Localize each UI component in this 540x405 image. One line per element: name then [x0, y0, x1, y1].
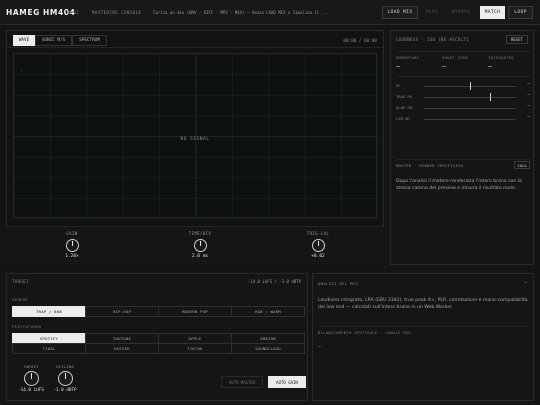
- momentary-readout: MOMENTARY —: [396, 55, 438, 70]
- integrated-label: INTEGRATED: [488, 55, 514, 60]
- meter-row-label: LIM GR: [396, 116, 410, 121]
- trig-lvl-knob-value: +0.02: [311, 254, 325, 259]
- load-mix-button[interactable]: LOAD MIX: [382, 6, 418, 19]
- gain-knob-label: GAIN: [66, 231, 78, 236]
- meter-row-true-peak: TRUE PK —: [396, 93, 530, 101]
- tab-spectrum[interactable]: SPECTRUM: [72, 35, 107, 46]
- loudness-readouts: MOMENTARY — SHORT-TERM — INTEGRATED —: [396, 51, 530, 77]
- genre-trap-808-button[interactable]: TRAP / 808: [12, 306, 86, 317]
- ceiling-knob-value: -1.0 dBTP: [53, 388, 77, 393]
- meter-track: [424, 97, 516, 98]
- brand-subtitle: MASTERING CONSOLE: [92, 10, 142, 15]
- reset-button[interactable]: RESET: [506, 35, 528, 44]
- genre-label: GENERE: [12, 297, 29, 302]
- loudness-panel: LOUDNESS · ISO (NE ASCOLTI RESET MOMENTA…: [390, 30, 534, 265]
- short-term-label: SHORT-TERM: [442, 55, 468, 60]
- platform-label: PIATTAFORMA: [12, 324, 42, 329]
- meter-row-label: SF: [396, 83, 401, 88]
- analysis-status: —: [523, 280, 527, 286]
- spectral-balance-value: —: [318, 344, 322, 350]
- meter-row-value: —: [527, 82, 530, 87]
- render-note: Dopo l'analisi il motore renderizza l'in…: [396, 179, 522, 191]
- match-button[interactable]: MATCH: [480, 6, 505, 19]
- top-bar: HAMEG HM404 Mk-II MASTERING CONSOLE Cari…: [0, 0, 540, 25]
- meter-row-label: TRUE PK: [396, 94, 413, 99]
- target-dial-icon[interactable]: [23, 371, 39, 386]
- meter-row-lim-gr: LIM GR —: [396, 115, 530, 123]
- platform-tiktok-button[interactable]: TIKTOK: [158, 343, 232, 354]
- genre-hip-hop-button[interactable]: HIP-HOP: [85, 306, 159, 317]
- bypass-button[interactable]: BYPASS: [447, 6, 475, 19]
- ceiling-knob-label: CEILING: [55, 364, 75, 369]
- genre-modern-pop-button[interactable]: MODERN POP: [158, 306, 232, 317]
- master-render-label: MASTER · RENDER VERIFICATO: [396, 163, 464, 168]
- tab-sonic-ms[interactable]: SONIC M/S: [35, 35, 72, 46]
- analysis-title: ANALISI DEL MIX: [318, 281, 359, 286]
- gain-knob[interactable]: GAIN 1.20×: [42, 231, 102, 259]
- meter-row-value: —: [527, 104, 530, 109]
- meter-tick: [490, 93, 492, 101]
- meter-track: [424, 119, 516, 120]
- time-div-knob[interactable]: TIME/DIV 2.0 ms: [170, 231, 230, 259]
- meter-row-value: —: [527, 93, 530, 98]
- platform-selector: SPOTIFY YOUTUBE APPLE AMAZON TIDAL DEEZE…: [12, 333, 305, 354]
- screen-tag: —: [20, 68, 23, 73]
- loudness-title: LOUDNESS · ISO (NE ASCOLTI: [396, 37, 470, 42]
- momentary-value: —: [396, 62, 401, 70]
- analysis-description: Loudness integrato, LRA (EBU 3342), true…: [318, 298, 528, 310]
- platform-soundcloud-button[interactable]: SOUNDCLOUD: [231, 343, 305, 354]
- time-div-knob-label: TIME/DIV: [188, 231, 212, 236]
- meter-row-sf: SF —: [396, 82, 530, 90]
- scope-header: WAVE SONIC M/S SPECTRUM 00:00 / 00:00: [7, 31, 383, 48]
- platform-tidal-button[interactable]: TIDAL: [12, 343, 86, 354]
- meter-row-value: —: [527, 115, 530, 120]
- gain-dial-icon[interactable]: [65, 239, 79, 252]
- meter-row-label: GLUE GR: [396, 105, 413, 110]
- genre-selector: TRAP / 808 HIP-HOP MODERN POP R&B / WARM: [12, 306, 305, 317]
- play-button[interactable]: PLAY: [421, 6, 443, 19]
- gain-knob-value: 1.20×: [65, 254, 79, 259]
- meter-row-glue-gr: GLUE GR —: [396, 104, 530, 112]
- ceiling-dial-icon[interactable]: [57, 371, 73, 386]
- brand-name: HAMEG HM404: [6, 8, 76, 17]
- auto-master-button[interactable]: AUTO MASTER: [221, 376, 263, 388]
- short-term-value: —: [442, 62, 447, 70]
- target-title: TARGET: [12, 279, 29, 284]
- meter-track: [424, 108, 516, 109]
- target-readout: -14.0 LUFS / -1.0 dBTP: [248, 279, 301, 284]
- tab-wave[interactable]: WAVE: [13, 35, 35, 46]
- momentary-label: MOMENTARY: [396, 55, 420, 60]
- spectral-balance-label: BILANCIAMENTO SPETTRALE · CANALE MID: [318, 326, 528, 335]
- ceiling-knob[interactable]: CEILING -1.0 dBTP: [45, 364, 85, 393]
- time-div-dial-icon[interactable]: [193, 239, 207, 252]
- integrated-readout: INTEGRATED —: [488, 55, 530, 70]
- analysis-panel: ANALISI DEL MIX — Loudness integrato, LR…: [312, 273, 534, 401]
- no-signal-label: NO SIGNAL: [180, 137, 210, 142]
- trig-lvl-dial-icon[interactable]: [311, 239, 325, 252]
- master-render-row: MASTER · RENDER VERIFICATO SOLO: [396, 159, 530, 169]
- integrated-value: —: [488, 62, 493, 70]
- meter-tick: [470, 82, 471, 90]
- time-div-knob-value: 2.0 ms: [191, 254, 209, 259]
- platform-deezer-button[interactable]: DEEZER: [85, 343, 159, 354]
- genre-rnb-warm-button[interactable]: R&B / WARM: [231, 306, 305, 317]
- trig-lvl-knob-label: TRIG LVL: [306, 231, 330, 236]
- trig-lvl-knob[interactable]: TRIG LVL +0.02: [288, 231, 348, 259]
- short-term-readout: SHORT-TERM —: [442, 55, 484, 70]
- brand-version: Mk-II: [67, 10, 80, 15]
- auto-gain-button[interactable]: AUTO GAIN: [268, 376, 306, 388]
- target-panel: TARGET -14.0 LUFS / -1.0 dBTP GENERE TRA…: [6, 273, 308, 401]
- oscilloscope-screen[interactable]: — NO SIGNAL: [13, 53, 378, 219]
- load-hint: Carica un mix (WAV · AIFF · MP3 · M4A) —…: [153, 10, 329, 15]
- scope-knob-row: GAIN 1.20× TIME/DIV 2.0 ms TRIG LVL +0.0…: [6, 226, 384, 265]
- time-readout: 00:00 / 00:00: [343, 39, 377, 44]
- loop-button[interactable]: LOOP: [508, 6, 533, 19]
- solo-button[interactable]: SOLO: [514, 161, 530, 169]
